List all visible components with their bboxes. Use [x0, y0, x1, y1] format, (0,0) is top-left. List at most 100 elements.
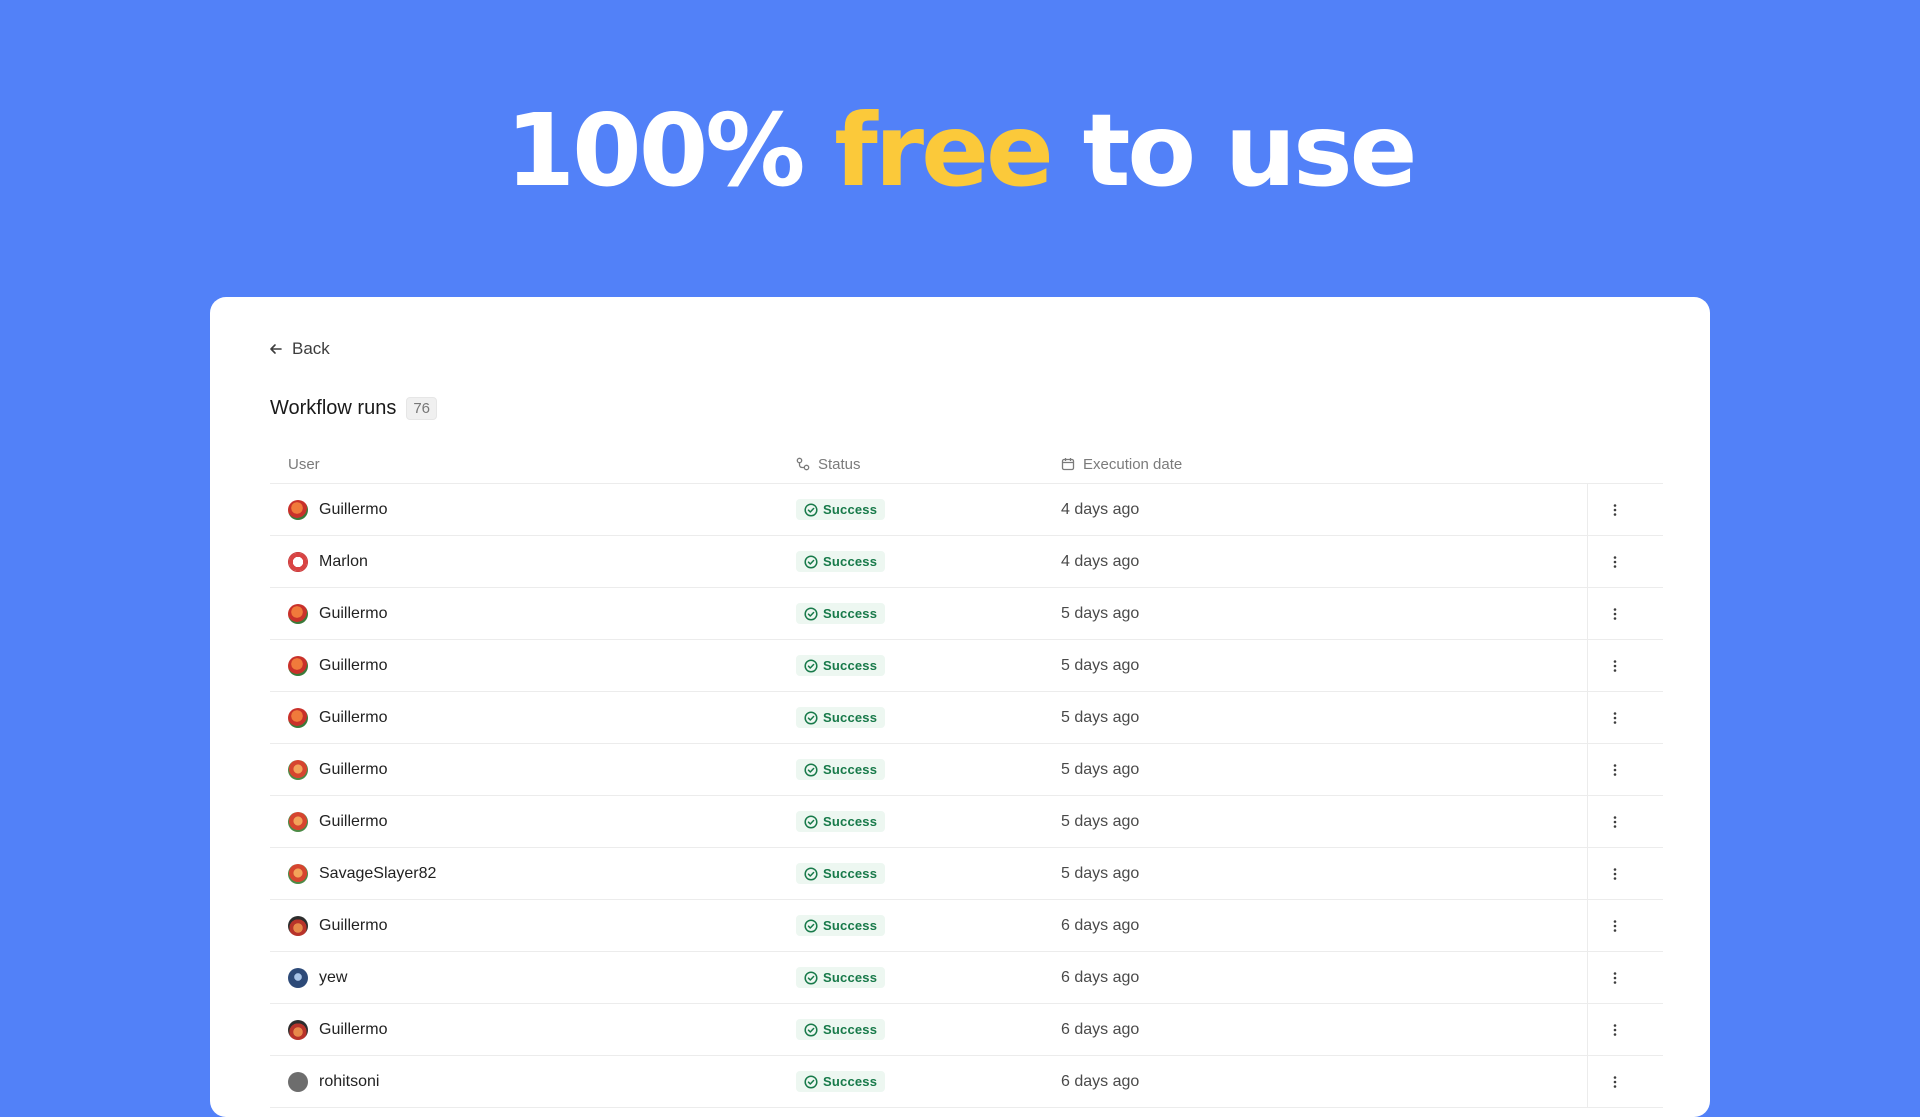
more-vertical-icon[interactable] — [1607, 1074, 1623, 1090]
table-row[interactable]: SavageSlayer82 Success 5 days ago — [270, 848, 1663, 900]
row-actions-cell — [1587, 536, 1642, 587]
user-name: Marlon — [319, 552, 368, 570]
column-header-status[interactable]: Status — [796, 456, 1061, 473]
status-badge: Success — [796, 915, 886, 936]
table-row[interactable]: Guillermo Success 5 days ago — [270, 588, 1663, 640]
table-row[interactable]: Guillermo Success 5 days ago — [270, 640, 1663, 692]
date-cell: 4 days ago — [1061, 553, 1587, 571]
check-circle-icon — [804, 554, 818, 569]
table-row[interactable]: Guillermo Success 6 days ago — [270, 1004, 1663, 1056]
table-row[interactable]: rohitsoni Success 6 days ago — [270, 1056, 1663, 1108]
avatar — [288, 655, 308, 676]
date-cell: 4 days ago — [1061, 501, 1587, 519]
user-name: Guillermo — [319, 760, 388, 778]
table-row[interactable]: yew Success 6 days ago — [270, 952, 1663, 1004]
user-name: SavageSlayer82 — [319, 864, 437, 882]
check-circle-icon — [804, 970, 818, 985]
table-row[interactable]: Marlon Success 4 days ago — [270, 536, 1663, 588]
avatar — [288, 499, 308, 520]
execution-date: 5 days ago — [1061, 656, 1140, 674]
table-row[interactable]: Guillermo Success 6 days ago — [270, 900, 1663, 952]
user-cell: Guillermo — [270, 759, 796, 780]
status-label: Success — [823, 762, 878, 777]
check-circle-icon — [804, 762, 818, 777]
status-badge: Success — [796, 811, 886, 832]
more-vertical-icon[interactable] — [1607, 918, 1623, 934]
execution-date: 6 days ago — [1061, 916, 1140, 934]
status-badge: Success — [796, 967, 886, 988]
status-badge: Success — [796, 1071, 886, 1092]
status-flow-icon — [796, 457, 810, 471]
back-link[interactable]: Back — [268, 339, 330, 359]
execution-date: 4 days ago — [1061, 500, 1140, 518]
row-actions-cell — [1587, 796, 1642, 847]
execution-date: 5 days ago — [1061, 760, 1140, 778]
status-badge: Success — [796, 655, 886, 676]
status-label: Success — [823, 658, 878, 673]
table-row[interactable]: Guillermo Success 5 days ago — [270, 796, 1663, 848]
more-vertical-icon[interactable] — [1607, 762, 1623, 778]
check-circle-icon — [804, 502, 818, 517]
avatar — [288, 1019, 308, 1040]
check-circle-icon — [804, 710, 818, 725]
execution-date: 5 days ago — [1061, 604, 1140, 622]
table-row[interactable]: Guillermo Success 5 days ago — [270, 744, 1663, 796]
user-cell: SavageSlayer82 — [270, 863, 796, 884]
column-header-user[interactable]: User — [270, 456, 796, 473]
user-cell: Guillermo — [270, 499, 796, 520]
more-vertical-icon[interactable] — [1607, 658, 1623, 674]
table-row[interactable]: Guillermo Success 5 days ago — [270, 692, 1663, 744]
more-vertical-icon[interactable] — [1607, 502, 1623, 518]
status-cell: Success — [796, 1019, 1061, 1040]
avatar — [288, 603, 308, 624]
table-row[interactable]: Guillermo Success 4 days ago — [270, 484, 1663, 536]
date-cell: 5 days ago — [1061, 709, 1587, 727]
status-badge: Success — [796, 551, 886, 572]
row-actions-cell — [1587, 484, 1642, 535]
user-name: Guillermo — [319, 604, 388, 622]
runs-count-badge: 76 — [406, 397, 438, 420]
hero-text-part2: to use — [1082, 92, 1418, 209]
status-label: Success — [823, 554, 878, 569]
date-cell: 6 days ago — [1061, 917, 1587, 935]
execution-date: 5 days ago — [1061, 864, 1140, 882]
table-body: Guillermo Success 4 days ago Marlon Succ… — [270, 484, 1663, 1108]
execution-date: 5 days ago — [1061, 812, 1140, 830]
user-name: rohitsoni — [319, 1072, 380, 1090]
more-vertical-icon[interactable] — [1607, 814, 1623, 830]
user-cell: Guillermo — [270, 707, 796, 728]
more-vertical-icon[interactable] — [1607, 866, 1623, 882]
more-vertical-icon[interactable] — [1607, 710, 1623, 726]
more-vertical-icon[interactable] — [1607, 970, 1623, 986]
check-circle-icon — [804, 1074, 818, 1089]
avatar — [288, 707, 308, 728]
user-name: Guillermo — [319, 916, 388, 934]
user-name: Guillermo — [319, 656, 388, 674]
more-vertical-icon[interactable] — [1607, 1022, 1623, 1038]
avatar — [288, 759, 308, 780]
status-cell: Success — [796, 551, 1061, 572]
status-badge: Success — [796, 759, 886, 780]
status-badge: Success — [796, 603, 886, 624]
user-cell: Guillermo — [270, 915, 796, 936]
execution-date: 4 days ago — [1061, 552, 1140, 570]
back-label: Back — [292, 339, 330, 358]
status-label: Success — [823, 866, 878, 881]
check-circle-icon — [804, 1022, 818, 1037]
column-header-user-label: User — [288, 455, 320, 473]
status-label: Success — [823, 1022, 878, 1037]
status-cell: Success — [796, 967, 1061, 988]
more-vertical-icon[interactable] — [1607, 554, 1623, 570]
status-label: Success — [823, 1074, 878, 1089]
page-title: Workflow runs — [270, 397, 397, 419]
user-name: Guillermo — [319, 500, 388, 518]
user-name: Guillermo — [319, 1020, 388, 1038]
column-header-execution-date[interactable]: Execution date — [1061, 456, 1587, 473]
row-actions-cell — [1587, 1056, 1642, 1107]
execution-date: 6 days ago — [1061, 1072, 1140, 1090]
check-circle-icon — [804, 606, 818, 621]
more-vertical-icon[interactable] — [1607, 606, 1623, 622]
title-row: Workflow runs 76 — [270, 397, 438, 420]
hero-text-accent: free — [834, 92, 1053, 209]
workflow-runs-panel: Back Workflow runs 76 User Status Execut… — [210, 297, 1710, 1117]
